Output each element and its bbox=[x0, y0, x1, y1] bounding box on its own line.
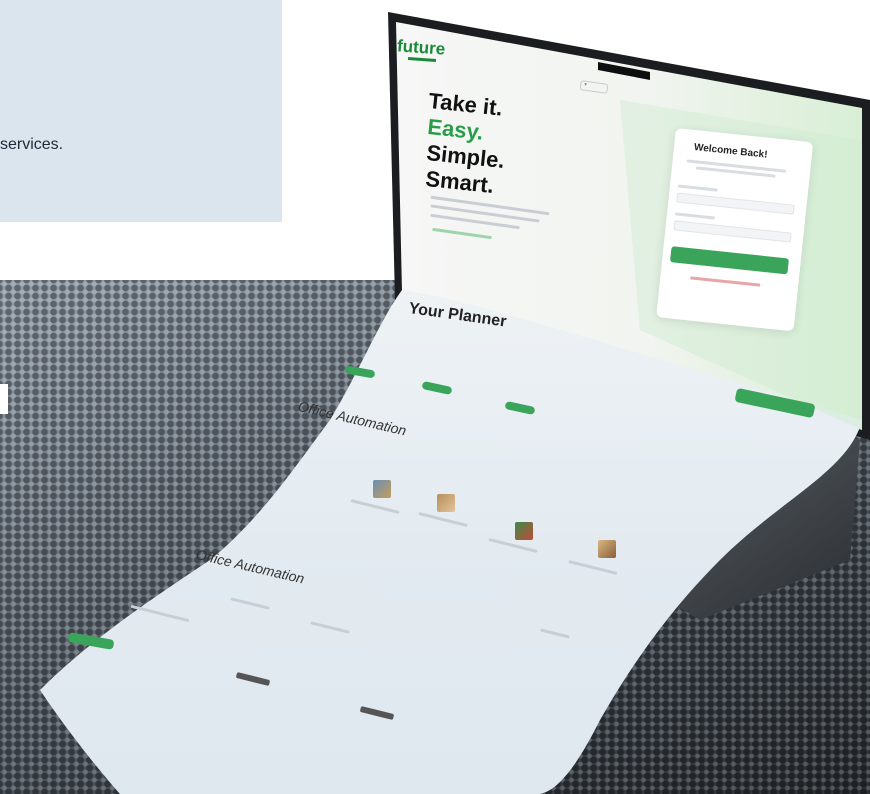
login-button[interactable] bbox=[669, 246, 789, 275]
room-thumbnail[interactable] bbox=[515, 522, 533, 540]
password-field[interactable] bbox=[673, 220, 792, 243]
room-thumbnail[interactable] bbox=[373, 480, 391, 498]
room-thumbnail[interactable] bbox=[598, 540, 616, 558]
brand-logo: future bbox=[396, 36, 446, 59]
login-card: Welcome Back! bbox=[656, 128, 814, 332]
login-title: Welcome Back! bbox=[693, 142, 768, 161]
bottom-cropped-text bbox=[330, 760, 870, 794]
email-field[interactable] bbox=[676, 192, 795, 215]
room-thumbnail[interactable] bbox=[437, 494, 455, 512]
signup-link[interactable] bbox=[690, 276, 761, 287]
